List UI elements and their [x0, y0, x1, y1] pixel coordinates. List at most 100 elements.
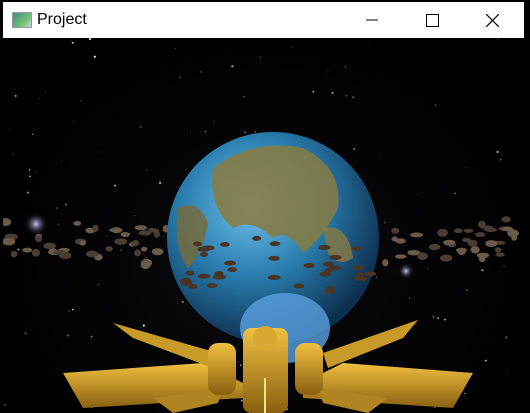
asteroid [293, 283, 305, 289]
window-title: Project [37, 11, 87, 28]
star [90, 51, 92, 53]
star [209, 144, 211, 145]
asteroid [79, 240, 86, 246]
distant-star-glow [24, 212, 48, 236]
asteroid [151, 248, 164, 256]
asteroid [53, 250, 66, 255]
asteroid [501, 216, 511, 223]
asteroid [395, 238, 406, 244]
star [481, 269, 484, 272]
asteroid [439, 254, 453, 262]
star [325, 74, 327, 76]
star [502, 230, 504, 232]
star [240, 399, 243, 402]
star [71, 41, 74, 44]
star [146, 169, 148, 171]
asteroid [197, 273, 211, 279]
asteroid [224, 260, 236, 266]
star [465, 166, 467, 168]
asteroid [268, 255, 280, 261]
asteroid [3, 218, 12, 226]
asteroid [484, 227, 497, 233]
asteroid [329, 254, 342, 260]
star [327, 69, 329, 72]
asteroid [111, 227, 122, 234]
asteroid [269, 241, 281, 247]
star [190, 131, 192, 133]
star [236, 361, 239, 363]
minimize-icon [366, 19, 378, 21]
star [28, 169, 31, 171]
star [55, 207, 58, 210]
star [259, 56, 261, 59]
star [182, 301, 184, 303]
asteroid [148, 227, 156, 233]
asteroid [134, 249, 142, 257]
star [444, 318, 446, 321]
star [454, 192, 456, 194]
asteroid [105, 246, 113, 252]
asteroid [511, 233, 518, 241]
asteroid [478, 255, 486, 263]
star [67, 334, 70, 337]
star [312, 90, 315, 93]
star [35, 170, 37, 172]
star [89, 38, 92, 41]
asteroid [10, 250, 18, 258]
star [213, 121, 215, 123]
asteroid [86, 250, 99, 258]
maximize-button[interactable] [409, 2, 455, 38]
asteroid [141, 246, 148, 252]
star [24, 332, 27, 335]
star [243, 95, 245, 98]
asteroid [3, 237, 16, 246]
star [484, 359, 487, 362]
star [42, 368, 44, 369]
close-button[interactable] [469, 2, 515, 38]
star [437, 317, 440, 320]
asteroid [43, 242, 56, 250]
star [506, 372, 508, 374]
star [39, 98, 41, 99]
star [9, 129, 11, 131]
asteroid [462, 237, 471, 243]
star [61, 160, 63, 162]
asteroid [410, 232, 424, 238]
star [468, 250, 470, 252]
asteroid [303, 262, 315, 268]
asteroid [267, 275, 281, 281]
star [331, 91, 334, 95]
star [158, 181, 162, 184]
asteroid [417, 252, 428, 261]
minimize-button[interactable] [349, 2, 395, 38]
asteroid [494, 247, 502, 253]
star [414, 88, 416, 90]
star [73, 121, 75, 123]
asteroid [353, 275, 368, 281]
star [71, 308, 74, 311]
star [26, 191, 29, 194]
star [200, 71, 202, 73]
asteroid [73, 220, 82, 226]
asteroid [134, 225, 148, 231]
asteroid [140, 261, 151, 270]
maximize-icon [425, 13, 439, 27]
star [353, 147, 356, 150]
asteroid [220, 242, 230, 248]
star [466, 289, 468, 291]
asteroid [394, 254, 407, 259]
asteroid [455, 247, 468, 253]
star [120, 249, 122, 251]
asteroid [185, 270, 195, 276]
game-viewport[interactable] [3, 38, 524, 413]
star [64, 203, 68, 206]
asteroid [199, 252, 209, 258]
star [496, 150, 499, 153]
star [58, 223, 60, 225]
title-bar[interactable]: Project [3, 2, 524, 38]
star [343, 40, 345, 42]
asteroid [324, 268, 334, 274]
star [99, 151, 101, 153]
asteroid [252, 235, 262, 241]
star [345, 94, 348, 97]
